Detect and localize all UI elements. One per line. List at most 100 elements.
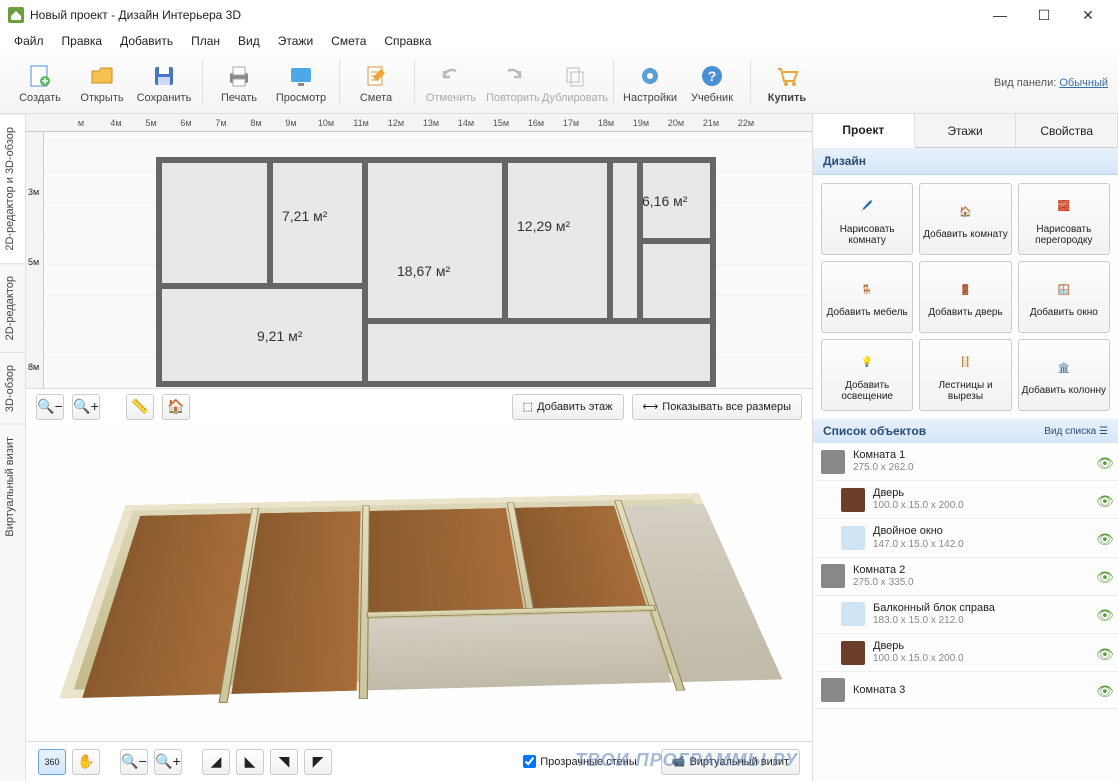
- design-tool-grid: 🖊️Нарисовать комнату 🏠Добавить комнату 🧱…: [813, 175, 1118, 419]
- plan-2d-view[interactable]: 3м 5м 8м 7,21 м² 18,67 м² 12,29 м²: [26, 132, 812, 388]
- cart-icon: [773, 62, 801, 90]
- vtab-virtual[interactable]: Виртуальный визит: [0, 424, 25, 549]
- notepad-icon: [362, 62, 390, 90]
- add-column-button[interactable]: 🏛️Добавить колонну: [1018, 339, 1110, 411]
- home-button[interactable]: 🏠: [162, 394, 190, 420]
- visibility-toggle-icon[interactable]: 👁: [1096, 493, 1110, 507]
- view-angle-3-button[interactable]: ◥: [270, 749, 298, 775]
- menu-plan[interactable]: План: [183, 32, 228, 50]
- menu-view[interactable]: Вид: [230, 32, 268, 50]
- zoom-out-2d-button[interactable]: 🔍−: [36, 394, 64, 420]
- vertical-tabs: 2D-редактор и 3D-обзор 2D-редактор 3D-об…: [0, 114, 26, 781]
- duplicate-button[interactable]: Дублировать: [545, 55, 605, 111]
- window-icon: 🪟: [1050, 276, 1078, 304]
- menu-edit[interactable]: Правка: [54, 32, 111, 50]
- object-list-item[interactable]: Двойное окно147.0 x 15.0 x 142.0 👁: [813, 519, 1118, 557]
- tab-properties[interactable]: Свойства: [1016, 114, 1118, 147]
- minimize-button[interactable]: —: [978, 0, 1022, 30]
- rotate-360-button[interactable]: 360: [38, 749, 66, 775]
- menu-estimate[interactable]: Смета: [323, 32, 374, 50]
- room-area-5: 9,21 м²: [257, 328, 302, 344]
- list-view-mode[interactable]: Вид списка ☰: [1044, 426, 1108, 437]
- pan-button[interactable]: ✋: [72, 749, 100, 775]
- view-3d[interactable]: [26, 424, 812, 741]
- visibility-toggle-icon[interactable]: 👁: [1096, 531, 1110, 545]
- view-angle-2-button[interactable]: ◣: [236, 749, 264, 775]
- visibility-toggle-icon[interactable]: 👁: [1096, 455, 1110, 469]
- redo-button[interactable]: Повторить: [483, 55, 543, 111]
- duplicate-icon: [561, 62, 589, 90]
- object-type-icon: [821, 678, 845, 702]
- panel-mode-link[interactable]: Обычный: [1059, 77, 1108, 89]
- tab-floors[interactable]: Этажи: [915, 114, 1017, 147]
- settings-button[interactable]: Настройки: [620, 55, 680, 111]
- add-room-icon: 🏠: [951, 198, 979, 226]
- menu-file[interactable]: Файл: [6, 32, 52, 50]
- visibility-toggle-icon[interactable]: 👁: [1096, 646, 1110, 660]
- layers-icon: ⬚: [523, 400, 533, 413]
- object-list-item[interactable]: Комната 1275.0 x 262.0 👁: [813, 443, 1118, 481]
- tab-project[interactable]: Проект: [813, 114, 915, 148]
- visibility-toggle-icon[interactable]: 👁: [1096, 569, 1110, 583]
- measure-button[interactable]: 📏: [126, 394, 154, 420]
- maximize-button[interactable]: ☐: [1022, 0, 1066, 30]
- add-door-button[interactable]: 🚪Добавить дверь: [919, 261, 1011, 333]
- vtab-2d[interactable]: 2D-редактор: [0, 263, 25, 352]
- object-label: Комната 2275.0 x 335.0: [853, 564, 1088, 589]
- object-list-item[interactable]: Дверь100.0 x 15.0 x 200.0 👁: [813, 634, 1118, 672]
- side-tabs: Проект Этажи Свойства: [813, 114, 1118, 148]
- panel-mode-label: Вид панели: Обычный: [994, 77, 1108, 89]
- object-list[interactable]: Комната 1275.0 x 262.0 👁 Дверь100.0 x 15…: [813, 443, 1118, 781]
- create-button[interactable]: Создать: [10, 55, 70, 111]
- room-area-3: 12,29 м²: [517, 218, 570, 234]
- add-furniture-button[interactable]: 🪑Добавить мебель: [821, 261, 913, 333]
- add-lighting-button[interactable]: 💡Добавить освещение: [821, 339, 913, 411]
- object-type-icon: [841, 526, 865, 550]
- watermark: ТВОИ ПРОГРАММЫ РУ: [575, 750, 798, 771]
- add-room-button[interactable]: 🏠Добавить комнату: [919, 183, 1011, 255]
- draw-partition-button[interactable]: 🧱Нарисовать перегородку: [1018, 183, 1110, 255]
- vtab-2d-3d[interactable]: 2D-редактор и 3D-обзор: [0, 114, 25, 263]
- monitor-icon: [287, 62, 315, 90]
- object-list-item[interactable]: Комната 3 👁: [813, 672, 1118, 709]
- redo-icon: [499, 62, 527, 90]
- zoom-in-3d-button[interactable]: 🔍+: [154, 749, 182, 775]
- menu-add[interactable]: Добавить: [112, 32, 181, 50]
- zoom-in-2d-button[interactable]: 🔍+: [72, 394, 100, 420]
- menu-help[interactable]: Справка: [376, 32, 439, 50]
- show-dimensions-button[interactable]: ⟷Показывать все размеры: [632, 394, 802, 420]
- floorplan[interactable]: 7,21 м² 18,67 м² 12,29 м² 6,16 м² 9,21 м…: [156, 157, 716, 387]
- visibility-toggle-icon[interactable]: 👁: [1096, 607, 1110, 621]
- object-list-item[interactable]: Балконный блок справа183.0 x 15.0 x 212.…: [813, 596, 1118, 634]
- add-window-button[interactable]: 🪟Добавить окно: [1018, 261, 1110, 333]
- estimate-button[interactable]: Смета: [346, 55, 406, 111]
- close-button[interactable]: ✕: [1066, 0, 1110, 30]
- dimension-icon: ⟷: [643, 400, 659, 413]
- tutorial-button[interactable]: ?Учебник: [682, 55, 742, 111]
- print-button[interactable]: Печать: [209, 55, 269, 111]
- object-list-item[interactable]: Дверь100.0 x 15.0 x 200.0 👁: [813, 481, 1118, 519]
- undo-button[interactable]: Отменить: [421, 55, 481, 111]
- object-list-item[interactable]: Комната 2275.0 x 335.0 👁: [813, 558, 1118, 596]
- folder-open-icon: [88, 62, 116, 90]
- view-angle-4-button[interactable]: ◤: [304, 749, 332, 775]
- draw-room-button[interactable]: 🖊️Нарисовать комнату: [821, 183, 913, 255]
- preview-button[interactable]: Просмотр: [271, 55, 331, 111]
- view-angle-1-button[interactable]: ◢: [202, 749, 230, 775]
- vtab-3d[interactable]: 3D-обзор: [0, 352, 25, 424]
- save-button[interactable]: Сохранить: [134, 55, 194, 111]
- add-floor-button[interactable]: ⬚Добавить этаж: [512, 394, 624, 420]
- object-label: Дверь100.0 x 15.0 x 200.0: [873, 640, 1088, 665]
- zoom-out-3d-button[interactable]: 🔍−: [120, 749, 148, 775]
- visibility-toggle-icon[interactable]: 👁: [1096, 683, 1110, 697]
- door-icon: 🚪: [951, 276, 979, 304]
- room-area-4: 6,16 м²: [642, 193, 687, 209]
- side-panel: Проект Этажи Свойства Дизайн 🖊️Нарисоват…: [812, 114, 1118, 781]
- open-button[interactable]: Открыть: [72, 55, 132, 111]
- object-type-icon: [841, 488, 865, 512]
- menu-floors[interactable]: Этажи: [270, 32, 321, 50]
- stairs-cutouts-button[interactable]: 🪜Лестницы и вырезы: [919, 339, 1011, 411]
- pencil-room-icon: 🖊️: [853, 193, 881, 221]
- column-icon: 🏛️: [1050, 354, 1078, 382]
- buy-button[interactable]: Купить: [757, 55, 817, 111]
